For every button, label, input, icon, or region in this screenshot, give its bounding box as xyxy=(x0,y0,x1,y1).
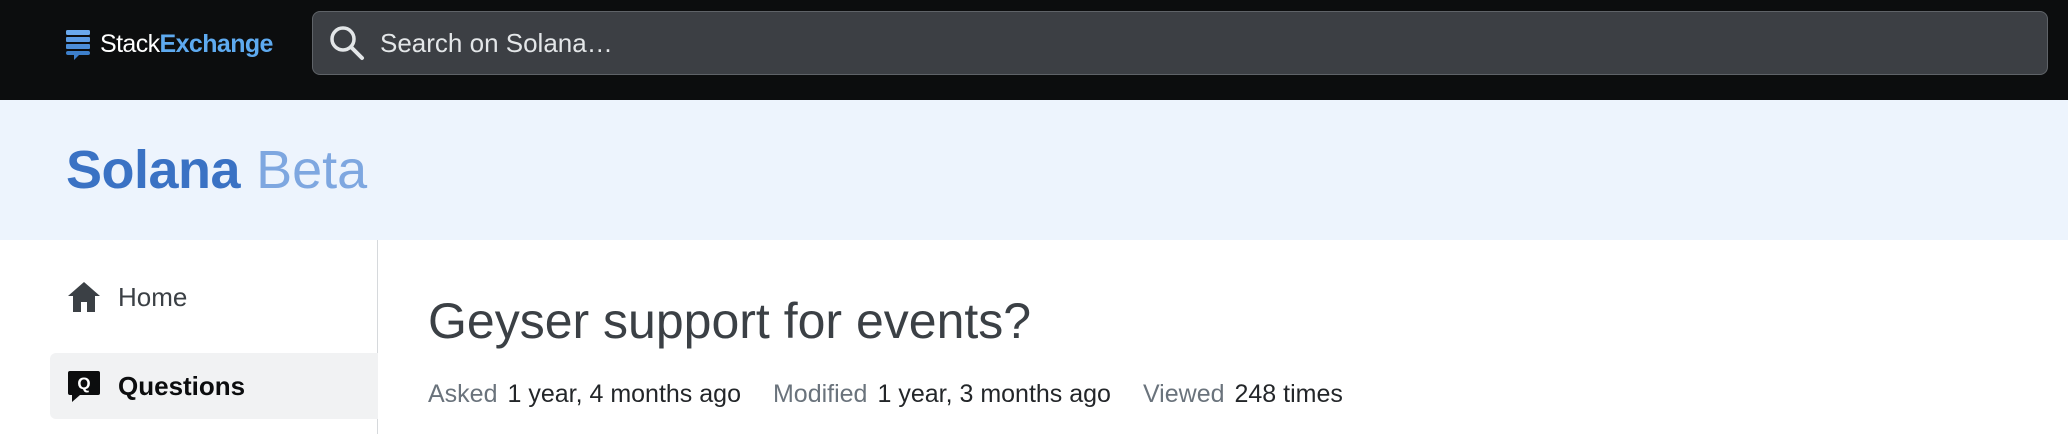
asked-meta: Asked 1 year, 4 months ago xyxy=(428,378,741,410)
sidebar-item-label: Questions xyxy=(118,370,246,401)
site-name[interactable]: Solana xyxy=(66,140,241,200)
asked-value[interactable]: 1 year, 4 months ago xyxy=(507,380,740,408)
sidebar-item-label: Home xyxy=(118,281,188,312)
question-meta: Asked 1 year, 4 months ago Modified 1 year… xyxy=(428,378,1375,410)
viewed-value: 248 times xyxy=(1234,380,1343,408)
search-box[interactable] xyxy=(312,11,2048,75)
site-title[interactable]: Solana Beta xyxy=(66,138,367,202)
sidebar-item-home[interactable]: Home xyxy=(50,264,378,330)
search-icon xyxy=(330,26,364,60)
sidebar-item-questions[interactable]: Q Questions xyxy=(50,353,378,419)
modified-value[interactable]: 1 year, 3 months ago xyxy=(877,380,1110,408)
top-bar: Stack Exchange xyxy=(0,0,2068,100)
svg-text:Q: Q xyxy=(77,374,90,393)
stack-exchange-logo-icon xyxy=(66,30,90,60)
site-header: Solana Beta xyxy=(0,100,2068,240)
brand-exchange-text: Exchange xyxy=(159,29,274,58)
modified-meta: Modified 1 year, 3 months ago xyxy=(773,378,1111,410)
stack-exchange-logo[interactable]: Stack Exchange xyxy=(66,28,273,60)
viewed-meta: Viewed 248 times xyxy=(1143,378,1343,410)
brand-stack-text: Stack xyxy=(100,29,160,58)
search-input[interactable] xyxy=(378,11,2047,75)
home-icon xyxy=(68,282,100,312)
left-sidebar: Home Q Questions xyxy=(0,240,378,434)
beta-badge: Beta xyxy=(256,140,368,200)
question-title[interactable]: Geyser support for events? xyxy=(428,291,1031,351)
asked-label: Asked xyxy=(428,380,498,408)
questions-icon: Q xyxy=(68,371,100,402)
modified-label: Modified xyxy=(772,380,868,408)
viewed-label: Viewed xyxy=(1142,380,1225,408)
